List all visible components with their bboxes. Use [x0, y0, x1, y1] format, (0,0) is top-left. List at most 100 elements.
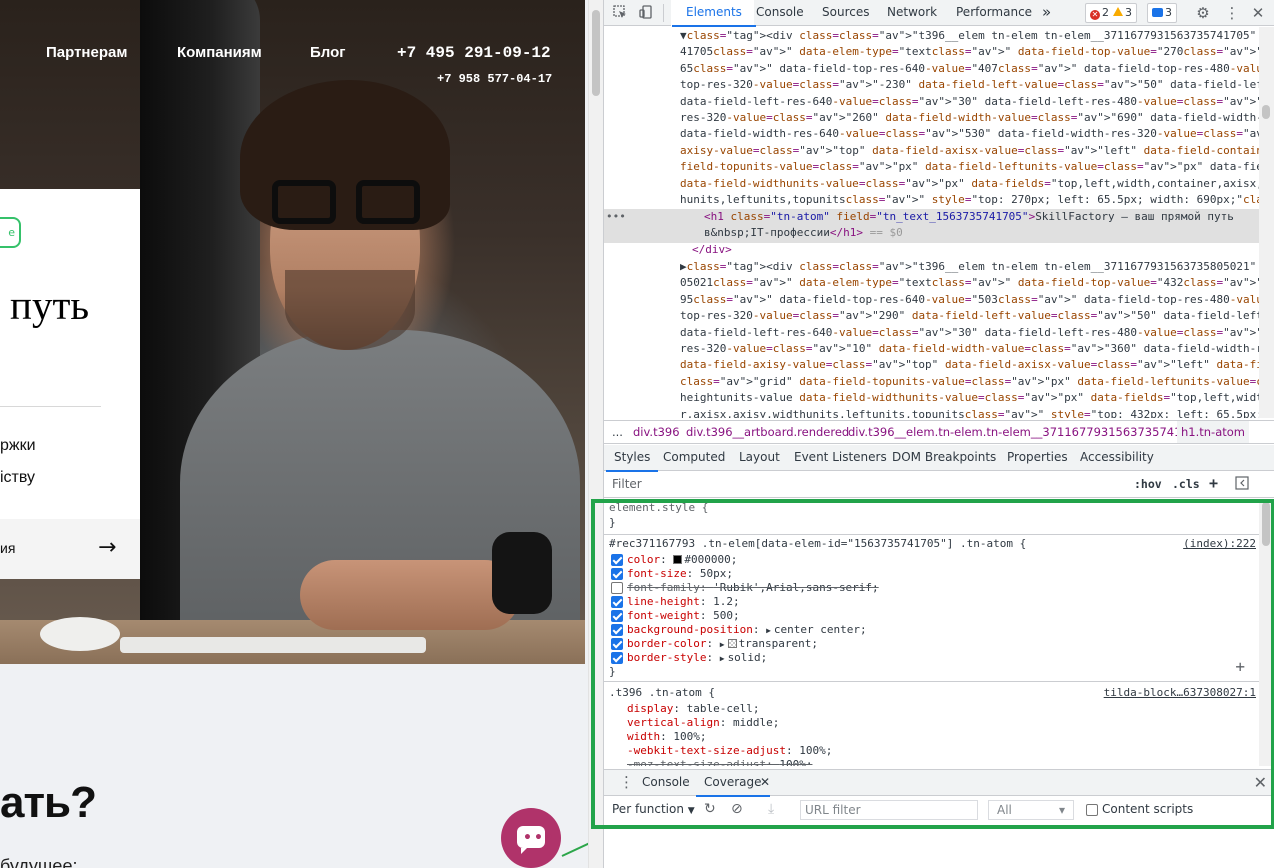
node-actions-ellipsis[interactable]: •••: [606, 209, 626, 225]
messages-counter[interactable]: 3: [1147, 3, 1177, 23]
nav-companies-link[interactable]: Компаниям: [177, 44, 262, 61]
styles-filter-input[interactable]: Filter: [612, 477, 642, 491]
tab-network[interactable]: Network: [887, 0, 937, 26]
reload-icon[interactable]: ↻: [704, 801, 716, 817]
nav-blog-link[interactable]: Блог: [310, 44, 346, 61]
class-toggle-button[interactable]: .cls: [1172, 477, 1200, 491]
page-scrollbar-thumb[interactable]: [592, 10, 600, 96]
dom-node-line[interactable]: 41705class="av">" data-elem-type="textcl…: [680, 44, 1259, 60]
close-div-line[interactable]: </div>: [692, 242, 732, 258]
css-property[interactable]: border-style: ▶ solid;: [627, 651, 767, 666]
dom-node-line[interactable]: ▼class="tag"><div class=class="av">"t396…: [680, 28, 1259, 44]
property-checkbox[interactable]: [611, 596, 623, 608]
export-download-icon[interactable]: ⤓: [768, 801, 774, 817]
issues-counter[interactable]: ✕ 2 3: [1085, 3, 1137, 23]
drawer-menu-icon[interactable]: ⋮: [619, 770, 634, 796]
selected-node-line-2[interactable]: в&nbsp;IT-профессии</h1> == $0: [704, 225, 903, 241]
close-coverage-tab-icon[interactable]: ✕: [760, 770, 770, 796]
css-property[interactable]: vertical-align: middle;: [627, 716, 779, 730]
more-tabs-icon[interactable]: »: [1042, 0, 1051, 26]
css-property[interactable]: display: table-cell;: [627, 702, 759, 716]
phone-secondary-link[interactable]: +7 958 577-04-17: [437, 72, 552, 86]
css-property[interactable]: font-weight: 500;: [627, 609, 740, 623]
rule2-selector[interactable]: .t396 .tn-atom {: [609, 686, 715, 700]
breadcrumb-elem[interactable]: div.t396__elem.tn-elem.tn-elem__37116779…: [848, 421, 1203, 443]
tab-console[interactable]: Console: [756, 0, 804, 26]
new-rule-button[interactable]: +: [1209, 474, 1218, 492]
tab-accessibility[interactable]: Accessibility: [1080, 445, 1154, 471]
dom-node-line[interactable]: heightunits-value data-field-widthunits-…: [680, 390, 1259, 406]
card-cta[interactable]: ия →: [0, 519, 140, 579]
page-scrollbar[interactable]: [588, 0, 603, 868]
elements-dom-tree[interactable]: ••• ▼class="tag"><div class=class="av">"…: [604, 27, 1259, 418]
rule2-source-link[interactable]: tilda-block…637308027:1: [1104, 686, 1256, 700]
css-property[interactable]: color: #000000;: [627, 553, 737, 567]
dom-node-line[interactable]: top-res-320-value=class="av">"-230" data…: [680, 77, 1259, 93]
dom-tree-scrollbar[interactable]: [1259, 27, 1274, 418]
property-checkbox[interactable]: [611, 652, 623, 664]
rule1-selector[interactable]: #rec371167793 .tn-elem[data-elem-id="156…: [609, 537, 1026, 551]
tab-sources[interactable]: Sources: [822, 0, 869, 26]
coverage-mode-select[interactable]: Per function ▼: [612, 802, 695, 816]
css-property[interactable]: background-position: ▶ center center;: [627, 623, 867, 638]
add-property-icon[interactable]: +: [1235, 659, 1245, 675]
dom-node-line[interactable]: class="av">"grid" data-field-topunits-va…: [680, 374, 1259, 390]
tab-properties[interactable]: Properties: [1007, 445, 1068, 471]
type-filter-select[interactable]: All ▾: [988, 800, 1074, 820]
css-property[interactable]: border-color: ▶ transparent;: [627, 637, 818, 652]
rule1-source-link[interactable]: (index):222: [1183, 537, 1256, 551]
property-checkbox[interactable]: [611, 582, 623, 594]
dom-node-line[interactable]: data-field-widthunits-value=class="av">"…: [680, 176, 1259, 192]
dom-node-line[interactable]: 95class="av">" data-field-top-res-640-va…: [680, 292, 1259, 308]
tab-elements[interactable]: Elements: [672, 0, 756, 27]
dom-node-line[interactable]: data-field-left-res-640-value=class="av"…: [680, 325, 1259, 341]
css-property[interactable]: width: 100%;: [627, 730, 707, 744]
device-toolbar-icon[interactable]: [638, 5, 654, 21]
property-checkbox[interactable]: [611, 554, 623, 566]
hover-state-button[interactable]: :hov: [1134, 477, 1162, 491]
drawer-tab-console[interactable]: Console: [642, 770, 690, 796]
styles-scrollbar[interactable]: [1259, 500, 1274, 766]
dom-node-line[interactable]: data-field-width-res-640-value=class="av…: [680, 126, 1259, 142]
dom-node-line[interactable]: data-field-left-res-640-value=class="av"…: [680, 94, 1259, 110]
close-drawer-icon[interactable]: ✕: [1254, 773, 1267, 792]
drawer-tab-coverage[interactable]: Coverage: [696, 770, 769, 797]
phone-main-link[interactable]: +7 495 291-09-12: [397, 44, 551, 62]
css-property[interactable]: line-height: 1.2;: [627, 595, 740, 609]
clear-icon[interactable]: ⊘: [731, 801, 743, 817]
tab-dom-breakpoints[interactable]: DOM Breakpoints: [892, 445, 996, 471]
inspect-element-icon[interactable]: [612, 5, 628, 21]
property-checkbox[interactable]: [611, 610, 623, 622]
css-property[interactable]: -moz-text-size-adjust: 100%;: [627, 758, 812, 766]
dom-node-line[interactable]: 65class="av">" data-field-top-res-640-va…: [680, 61, 1259, 77]
tab-event-listeners[interactable]: Event Listeners: [794, 445, 887, 471]
property-checkbox[interactable]: [611, 624, 623, 636]
nav-partners-link[interactable]: Партнерам: [46, 44, 127, 61]
property-checkbox[interactable]: [611, 638, 623, 650]
dom-node-line[interactable]: ▶class="tag"><div class=class="av">"t396…: [680, 259, 1259, 275]
dom-node-line[interactable]: r,axisx,axisy,widthunits,leftunits,topun…: [680, 407, 1259, 418]
tab-performance[interactable]: Performance: [956, 0, 1032, 26]
dom-node-line[interactable]: res-320-value=class="av">"260" data-fiel…: [680, 110, 1259, 126]
dom-node-line[interactable]: 05021class="av">" data-elem-type="textcl…: [680, 275, 1259, 291]
styles-pane[interactable]: element.style { } #rec371167793 .tn-elem…: [604, 500, 1259, 766]
property-checkbox[interactable]: [611, 568, 623, 580]
css-property[interactable]: font-family: 'Rubik',Arial,sans-serif;: [627, 581, 879, 595]
tab-layout[interactable]: Layout: [739, 445, 780, 471]
dom-node-line[interactable]: res-320-value=class="av">"10" data-field…: [680, 341, 1259, 357]
breadcrumb-artboard[interactable]: div.t396__artboard.rendered: [686, 421, 849, 443]
selected-node-line-1[interactable]: <h1 class="tn-atom" field="tn_text_15637…: [704, 209, 1234, 225]
dom-node-line[interactable]: field-topunits-value=class="av">"px" dat…: [680, 159, 1259, 175]
more-options-icon[interactable]: ⋮: [1224, 5, 1240, 21]
breadcrumb-div-t396[interactable]: div.t396: [633, 421, 680, 443]
css-property[interactable]: font-size: 50px;: [627, 567, 733, 581]
content-scripts-checkbox[interactable]: [1086, 804, 1098, 816]
tab-styles[interactable]: Styles: [605, 445, 659, 472]
css-property[interactable]: -webkit-text-size-adjust: 100%;: [627, 744, 832, 758]
dom-node-line[interactable]: axisy-value=class="av">"top" data-field-…: [680, 143, 1259, 159]
breadcrumb-ellipsis[interactable]: ...: [612, 421, 623, 443]
computed-sidebar-toggle-icon[interactable]: [1235, 476, 1249, 493]
dom-node-line[interactable]: data-field-axisy-value=class="av">"top" …: [680, 357, 1259, 373]
url-filter-input[interactable]: URL filter: [800, 800, 978, 820]
dom-node-line[interactable]: top-res-320-value=class="av">"290" data-…: [680, 308, 1259, 324]
